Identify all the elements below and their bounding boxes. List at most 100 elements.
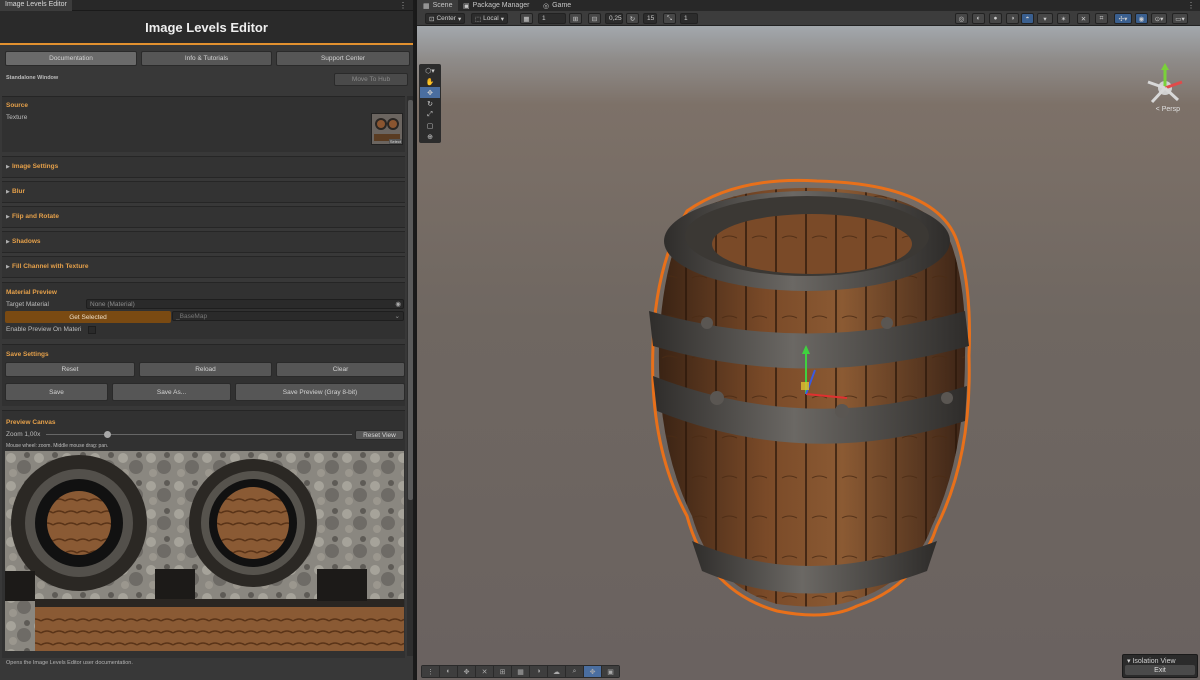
- audio-icon[interactable]: ✕: [1077, 13, 1090, 24]
- hand-tool-icon[interactable]: ✋: [420, 76, 440, 87]
- effects-icon[interactable]: ⌗: [1095, 13, 1108, 24]
- clear-button[interactable]: Clear: [276, 362, 405, 377]
- object-picker-icon[interactable]: ◉: [395, 300, 401, 309]
- basemap-dropdown[interactable]: _BaseMap ⌄: [172, 311, 404, 321]
- zoom-slider-track[interactable]: [46, 434, 352, 435]
- screenshot-icon[interactable]: ▣: [602, 666, 619, 677]
- rotate-snap-value: 15: [647, 15, 655, 22]
- scale-snap-field[interactable]: 1: [680, 13, 698, 24]
- wireframe-icon[interactable]: ●: [989, 13, 1002, 24]
- volume-icon[interactable]: ▦: [512, 666, 529, 677]
- render-mode-dropdown[interactable]: ▾: [1037, 13, 1053, 24]
- source-title: Source: [6, 102, 29, 109]
- foldout-shadows[interactable]: ▶ Shadows: [2, 231, 405, 253]
- editor-tab[interactable]: Image Levels Editor: [0, 0, 72, 11]
- isolation-exit-button[interactable]: Exit: [1125, 665, 1195, 675]
- move-snap-field[interactable]: 0,25: [605, 13, 623, 24]
- grid-size-field[interactable]: 1: [538, 13, 566, 24]
- editor-header: Image Levels Editor: [0, 11, 413, 45]
- tab-game[interactable]: ◎ Game: [537, 0, 577, 11]
- scene-window: ▦ Scene ▣ Package Manager ◎ Game ⋮ ⊡ Center ▾…: [417, 0, 1200, 680]
- grid-snap-icon[interactable]: ▦: [520, 13, 533, 24]
- foldout-title: Flip and Rotate: [12, 213, 59, 220]
- tab-package-manager[interactable]: ▣ Package Manager: [457, 0, 535, 11]
- scale-snap-icon[interactable]: ⤡: [663, 13, 676, 24]
- foldout-fill-channel[interactable]: ▶ Fill Channel with Texture: [2, 256, 405, 278]
- isolation-view-title: ▾ Isolation View: [1127, 657, 1176, 665]
- tab-scene[interactable]: ▦ Scene: [417, 0, 459, 11]
- hidden-objects-dropdown[interactable]: ⊙▾: [1151, 13, 1167, 24]
- save-as-button[interactable]: Save As...: [112, 383, 231, 401]
- link-buttons-row: Documentation Info & Tutorials Support C…: [5, 51, 410, 66]
- perspective-label[interactable]: < Persp: [1156, 106, 1180, 113]
- shaded-wireframe-icon[interactable]: ◓: [1021, 13, 1034, 24]
- package-icon: ▣: [463, 2, 470, 10]
- foldout-flip-rotate[interactable]: ▶ Flip and Rotate: [2, 206, 405, 228]
- shaded-icon[interactable]: ◐: [972, 13, 985, 24]
- foldout-title: Image Settings: [12, 163, 59, 170]
- zoom-icon[interactable]: ⌕: [566, 666, 583, 677]
- move-overlay-icon[interactable]: ✥: [458, 666, 475, 677]
- rotate-snap-field[interactable]: 15: [643, 13, 657, 24]
- grid-size-value: 1: [542, 15, 546, 22]
- overlay-menu-icon[interactable]: ⋮: [422, 666, 439, 677]
- window-mode-label: Standalone Window: [6, 75, 59, 81]
- pan-icon[interactable]: ✥: [584, 666, 601, 677]
- space-value: Local: [483, 15, 499, 22]
- move-to-hub-button[interactable]: Move To Hub: [334, 73, 408, 86]
- texture-thumbnail[interactable]: Select: [371, 113, 403, 145]
- rotate-tool-icon[interactable]: ↻: [420, 98, 440, 109]
- get-selected-button[interactable]: Get Selected: [5, 311, 171, 323]
- barrel-model: [649, 178, 971, 617]
- snap-settings-icon[interactable]: ⊞: [569, 13, 582, 24]
- cloud-icon[interactable]: ☁: [548, 666, 565, 677]
- material-preview-title: Material Preview: [6, 289, 57, 296]
- scene-tab-bar: ▦ Scene ▣ Package Manager ◎ Game ⋮: [417, 0, 1200, 11]
- draw-mode-icon[interactable]: ◎: [955, 13, 968, 24]
- documentation-button[interactable]: Documentation: [5, 51, 137, 66]
- rect-tool-icon[interactable]: ▢: [420, 120, 440, 131]
- navigation-icon[interactable]: ◐: [440, 666, 457, 677]
- reload-button[interactable]: Reload: [139, 362, 272, 377]
- zoom-slider-thumb[interactable]: [104, 431, 112, 438]
- scale-tool-icon[interactable]: ⤢: [420, 109, 440, 120]
- foldout-arrow-icon: ▶: [6, 164, 10, 170]
- reset-button[interactable]: Reset: [5, 362, 135, 377]
- scene-menu-icon[interactable]: ⋮: [1187, 0, 1195, 11]
- save-row-2: Save Save As... Save Preview (Gray 8-bit…: [5, 383, 405, 401]
- pivot-dropdown[interactable]: ⊡ Center ▾: [425, 13, 466, 24]
- tab-menu-icon[interactable]: ⋮: [399, 0, 407, 11]
- lighting-icon[interactable]: ◑: [1006, 13, 1019, 24]
- support-center-button[interactable]: Support Center: [276, 51, 410, 66]
- light-icon[interactable]: ◑: [530, 666, 547, 677]
- texture-select-button[interactable]: Select: [388, 139, 402, 144]
- increment-snap-icon[interactable]: ⊟: [588, 13, 601, 24]
- barrel-texture-preview: [5, 451, 404, 651]
- probe-icon[interactable]: ⊞: [494, 666, 511, 677]
- scene-viewport[interactable]: ⬡▾ ✋ ✥ ↻ ⤢ ▢ ⊕ < Persp ⋮ ◐ ✥ ✕ ⊞ ▦ ◑ ☁ ⌕…: [417, 26, 1200, 680]
- move-tool-icon[interactable]: ✥: [420, 87, 440, 98]
- info-tutorials-button[interactable]: Info & Tutorials: [141, 51, 272, 66]
- foldout-image-settings[interactable]: ▶ Image Settings: [2, 156, 405, 178]
- scrollbar-thumb[interactable]: [408, 100, 413, 500]
- chevron-down-icon: ▾: [457, 15, 462, 23]
- visibility-icon[interactable]: ◉: [1135, 13, 1148, 24]
- gizmos-dropdown[interactable]: ✣▾: [1114, 13, 1132, 24]
- view-options-icon[interactable]: ⬡▾: [420, 65, 440, 76]
- reset-view-button[interactable]: Reset View: [355, 430, 404, 440]
- collider-icon[interactable]: ✕: [476, 666, 493, 677]
- rotate-snap-icon[interactable]: ↻: [626, 13, 639, 24]
- save-button[interactable]: Save: [5, 383, 108, 401]
- 2d-toggle-icon[interactable]: ✶: [1057, 13, 1070, 24]
- preview-canvas[interactable]: [5, 451, 404, 651]
- foldout-blur[interactable]: ▶ Blur: [2, 181, 405, 203]
- transform-tool-icon[interactable]: ⊕: [420, 131, 440, 142]
- foldout-arrow-icon: ▶: [6, 264, 10, 270]
- space-dropdown[interactable]: ⬚ Local ▾: [471, 13, 508, 24]
- enable-preview-checkbox[interactable]: [88, 326, 96, 334]
- camera-settings-dropdown[interactable]: ▭▾: [1172, 13, 1188, 24]
- source-section: Source Texture Select: [2, 96, 405, 152]
- target-material-field[interactable]: None (Material) ◉: [86, 299, 404, 309]
- save-preview-button[interactable]: Save Preview (Gray 8-bit): [235, 383, 405, 401]
- chevron-down-icon: ⌄: [394, 313, 400, 320]
